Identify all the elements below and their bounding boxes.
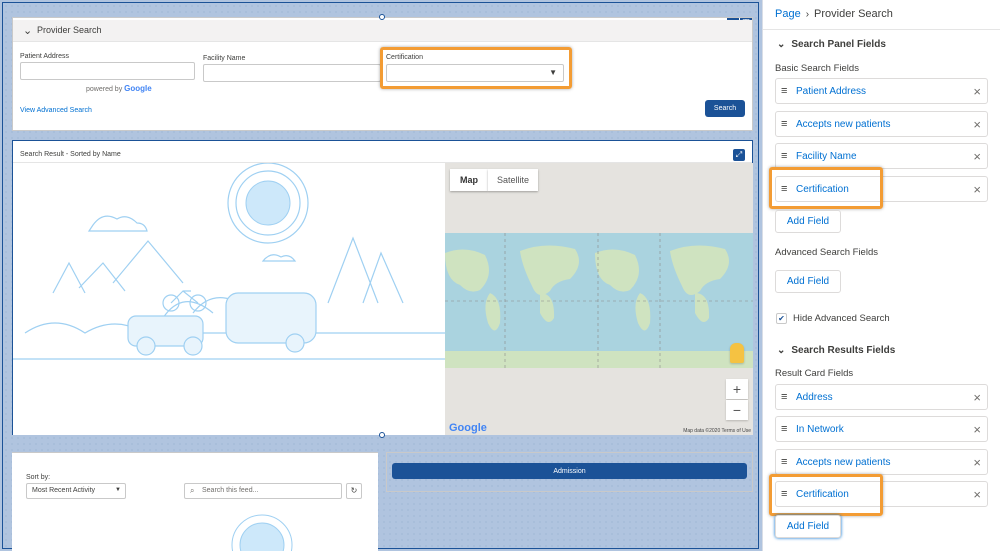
drag-handle-icon[interactable]: ≡ (781, 85, 787, 97)
dropdown-arrow-icon: ▼ (115, 487, 121, 493)
certification-field-highlight (769, 167, 883, 209)
field-pill-label[interactable]: Accepts new patients (796, 457, 891, 468)
drag-handle-icon[interactable]: ≡ (781, 118, 787, 130)
hide-advanced-label: Hide Advanced Search (793, 313, 890, 324)
advanced-search-fields-label: Advanced Search Fields (775, 247, 878, 258)
feed-search-placeholder: Search this feed... (202, 487, 259, 494)
add-basic-field-button[interactable]: Add Field (775, 210, 841, 233)
sort-by-label: Sort by: (26, 474, 51, 481)
remove-field-icon[interactable]: × (973, 84, 981, 99)
result-card-fields-label: Result Card Fields (775, 368, 854, 379)
field-pill-address[interactable]: ≡ Address × (775, 384, 988, 410)
facility-name-label: Facility Name (203, 55, 246, 62)
breadcrumb-separator-icon: › (805, 9, 810, 20)
search-results-fields-title: Search Results Fields (791, 345, 896, 356)
breadcrumb: Page › Provider Search (775, 8, 893, 20)
drag-handle-icon[interactable]: ≡ (781, 391, 787, 403)
admission-button[interactable]: Admission (392, 463, 747, 479)
field-pill-accepts-new-patients[interactable]: ≡ Accepts new patients × (775, 111, 988, 137)
hide-advanced-checkbox[interactable]: ✔ (776, 313, 787, 324)
breadcrumb-page-link[interactable]: Page (775, 8, 801, 20)
search-panel-fields-title: Search Panel Fields (791, 39, 886, 50)
field-pill-label[interactable]: In Network (796, 424, 844, 435)
add-result-field-button[interactable]: Add Field (775, 515, 841, 538)
remove-field-icon[interactable]: × (973, 422, 981, 437)
street-view-pegman-icon[interactable] (730, 343, 744, 363)
feed-illustration (231, 514, 293, 551)
chevron-down-icon: ⌄ (777, 345, 786, 356)
search-card-header[interactable]: ⌄ Provider Search (13, 20, 752, 42)
certification-highlight (380, 47, 572, 89)
properties-panel: Page › Provider Search ⌄ Search Panel Field… (762, 0, 1000, 551)
resize-handle-bottom[interactable] (379, 432, 385, 438)
basic-search-fields-label: Basic Search Fields (775, 63, 859, 74)
field-pill-in-network[interactable]: ≡ In Network × (775, 416, 988, 442)
field-pill-label[interactable]: Accepts new patients (796, 119, 891, 130)
field-pill-label[interactable]: Patient Address (796, 86, 866, 97)
field-pill-patient-address[interactable]: ≡ Patient Address × (775, 78, 988, 104)
sort-by-select[interactable]: Most Recent Activity ▼ (26, 483, 126, 499)
search-button[interactable]: Search (705, 100, 745, 117)
refresh-icon[interactable]: ↻ (346, 483, 362, 499)
drag-handle-icon[interactable]: ≡ (781, 150, 787, 162)
feed-search-input[interactable]: ⌕ Search this feed... (184, 483, 342, 499)
remove-field-icon[interactable]: × (973, 455, 981, 470)
map-widget[interactable]: Map Satellite + − Google Map data ©2020 … (445, 163, 753, 435)
map-tab-map[interactable]: Map (450, 169, 488, 191)
search-card-title: Provider Search (37, 25, 102, 35)
search-icon: ⌕ (190, 486, 195, 495)
expand-icon[interactable]: ⤢ (733, 149, 745, 161)
field-pill-label[interactable]: Facility Name (796, 151, 857, 162)
google-logo: Google (449, 422, 487, 434)
remove-field-icon[interactable]: × (973, 149, 981, 164)
zoom-out-button[interactable]: − (726, 400, 748, 420)
search-results-fields-section[interactable]: ⌄ Search Results Fields (777, 345, 895, 356)
powered-by-google: powered by Google (86, 84, 152, 93)
builder-canvas: ✢ 🗑 ⌄ Provider Search Patient Address po… (0, 0, 762, 551)
view-advanced-search-link[interactable]: View Advanced Search (20, 107, 92, 114)
chevron-down-icon[interactable]: ⌄ (23, 24, 32, 37)
sort-by-value: Most Recent Activity (32, 487, 96, 494)
result-card-title: Search Result - Sorted by Name (20, 151, 121, 158)
resize-handle-top[interactable] (379, 14, 385, 20)
google-brand-text: Google (124, 84, 152, 93)
panel-divider (763, 29, 1000, 30)
world-map (445, 233, 753, 368)
zoom-in-button[interactable]: + (726, 379, 748, 399)
chevron-down-icon: ⌄ (777, 39, 786, 50)
remove-field-icon[interactable]: × (973, 487, 981, 502)
remove-field-icon[interactable]: × (973, 117, 981, 132)
map-attribution: Map data ©2020 Terms of Use (683, 428, 751, 434)
field-pill-label[interactable]: Address (796, 392, 833, 403)
certification-result-highlight (769, 474, 883, 516)
field-pill-facility-name[interactable]: ≡ Facility Name × (775, 143, 988, 169)
remove-field-icon[interactable]: × (973, 390, 981, 405)
patient-address-label: Patient Address (20, 53, 70, 60)
map-tab-satellite[interactable]: Satellite (488, 169, 538, 191)
search-result-card[interactable]: Search Result - Sorted by Name ⤢ Map Sat… (12, 140, 753, 435)
empty-state-illustration (13, 162, 445, 435)
remove-field-icon[interactable]: × (973, 182, 981, 197)
map-data-text: Map data ©2020 (683, 428, 721, 434)
field-pill-accepts-new-patients-result[interactable]: ≡ Accepts new patients × (775, 449, 988, 475)
search-panel-fields-section[interactable]: ⌄ Search Panel Fields (777, 39, 886, 50)
facility-name-input[interactable] (203, 64, 381, 82)
result-card-header: Search Result - Sorted by Name ⤢ (13, 141, 752, 163)
patient-address-input[interactable] (20, 62, 195, 80)
add-advanced-field-button[interactable]: Add Field (775, 270, 841, 293)
terms-link[interactable]: Terms of Use (722, 428, 751, 434)
drag-handle-icon[interactable]: ≡ (781, 456, 787, 468)
feed-card: Sort by: Most Recent Activity ▼ ⌕ Search… (12, 452, 378, 551)
powered-by-text: powered by (86, 86, 123, 93)
drag-handle-icon[interactable]: ≡ (781, 423, 787, 435)
breadcrumb-current: Provider Search (814, 8, 893, 20)
